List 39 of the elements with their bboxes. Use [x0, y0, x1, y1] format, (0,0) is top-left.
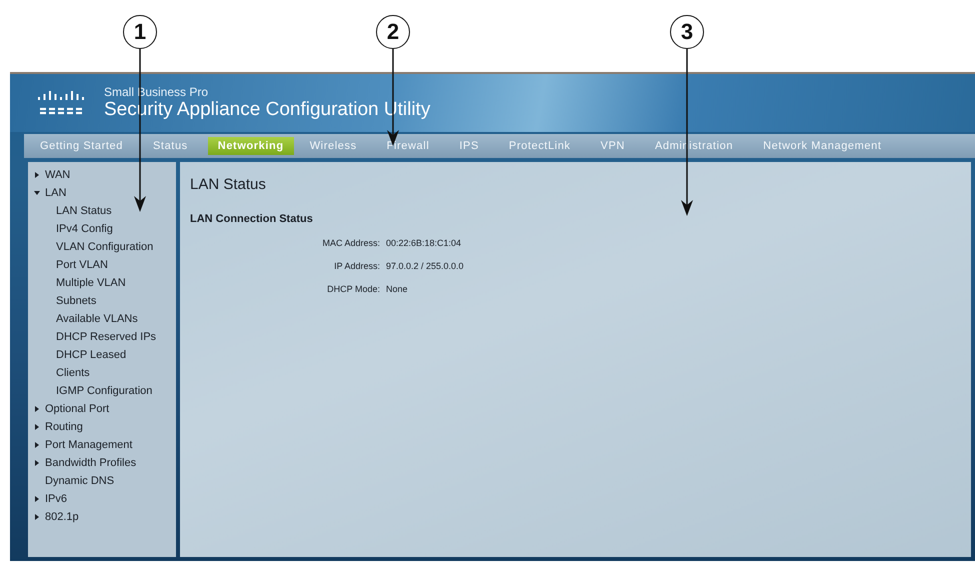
sidebar-subitem[interactable]: Subnets: [34, 292, 176, 310]
sidebar-subitem[interactable]: VLAN Configuration: [34, 238, 176, 256]
field-value: 00:22:6B:18:C1:04: [386, 238, 462, 248]
caret-right-icon: [34, 424, 40, 430]
sidebar-item[interactable]: Optional Port: [34, 400, 176, 418]
sidebar-subitem[interactable]: Port VLAN: [34, 256, 176, 274]
sidebar-subitem[interactable]: DHCP Reserved IPs: [34, 328, 176, 346]
sidebar-item[interactable]: Bandwidth Profiles: [34, 454, 176, 472]
caret-right-icon: [34, 172, 40, 178]
sidebar-subitem[interactable]: Available VLANs: [34, 310, 176, 328]
caret-right-icon: [34, 442, 40, 448]
page-title: LAN Status: [190, 176, 267, 193]
sidebar-item[interactable]: Dynamic DNS: [34, 472, 176, 490]
sidebar-subitem[interactable]: Clients: [34, 364, 176, 382]
field-label: IP Address:: [333, 260, 380, 270]
field-value: None: [386, 284, 409, 294]
sidebar-item[interactable]: LAN: [34, 184, 176, 202]
section-title: LAN Connection Status: [190, 213, 314, 225]
sidebar-subitem[interactable]: LAN Status: [34, 202, 176, 220]
caret-right-icon: [34, 460, 40, 466]
sidebar-subitem[interactable]: IPv4 Config: [34, 220, 176, 238]
caret-right-icon: [34, 496, 40, 502]
callout-number: 2: [376, 15, 410, 49]
sidebar-item[interactable]: Routing: [34, 418, 176, 436]
sidebar-subitem[interactable]: DHCP Leased: [34, 346, 176, 364]
field-label: MAC Address:: [321, 238, 380, 248]
sidebar-item[interactable]: IPv6: [34, 490, 176, 508]
sidebar-subitem[interactable]: Multiple VLAN: [34, 274, 176, 292]
caret-right-icon: [34, 406, 40, 412]
caret-right-icon: [34, 514, 40, 520]
field-label: DHCP Mode:: [326, 284, 380, 294]
sidebar-item[interactable]: WAN: [34, 166, 176, 184]
field-value: 97.0.0.2 / 255.0.0.0: [386, 260, 465, 270]
caret-down-icon: [34, 190, 40, 196]
sidebar-item[interactable]: 802.1p: [34, 508, 176, 526]
callout-number: 3: [670, 15, 704, 49]
sidebar-item[interactable]: Port Management: [34, 436, 176, 454]
callout-number: 1: [123, 15, 157, 49]
sidebar-subitem[interactable]: IGMP Configuration: [34, 382, 176, 400]
